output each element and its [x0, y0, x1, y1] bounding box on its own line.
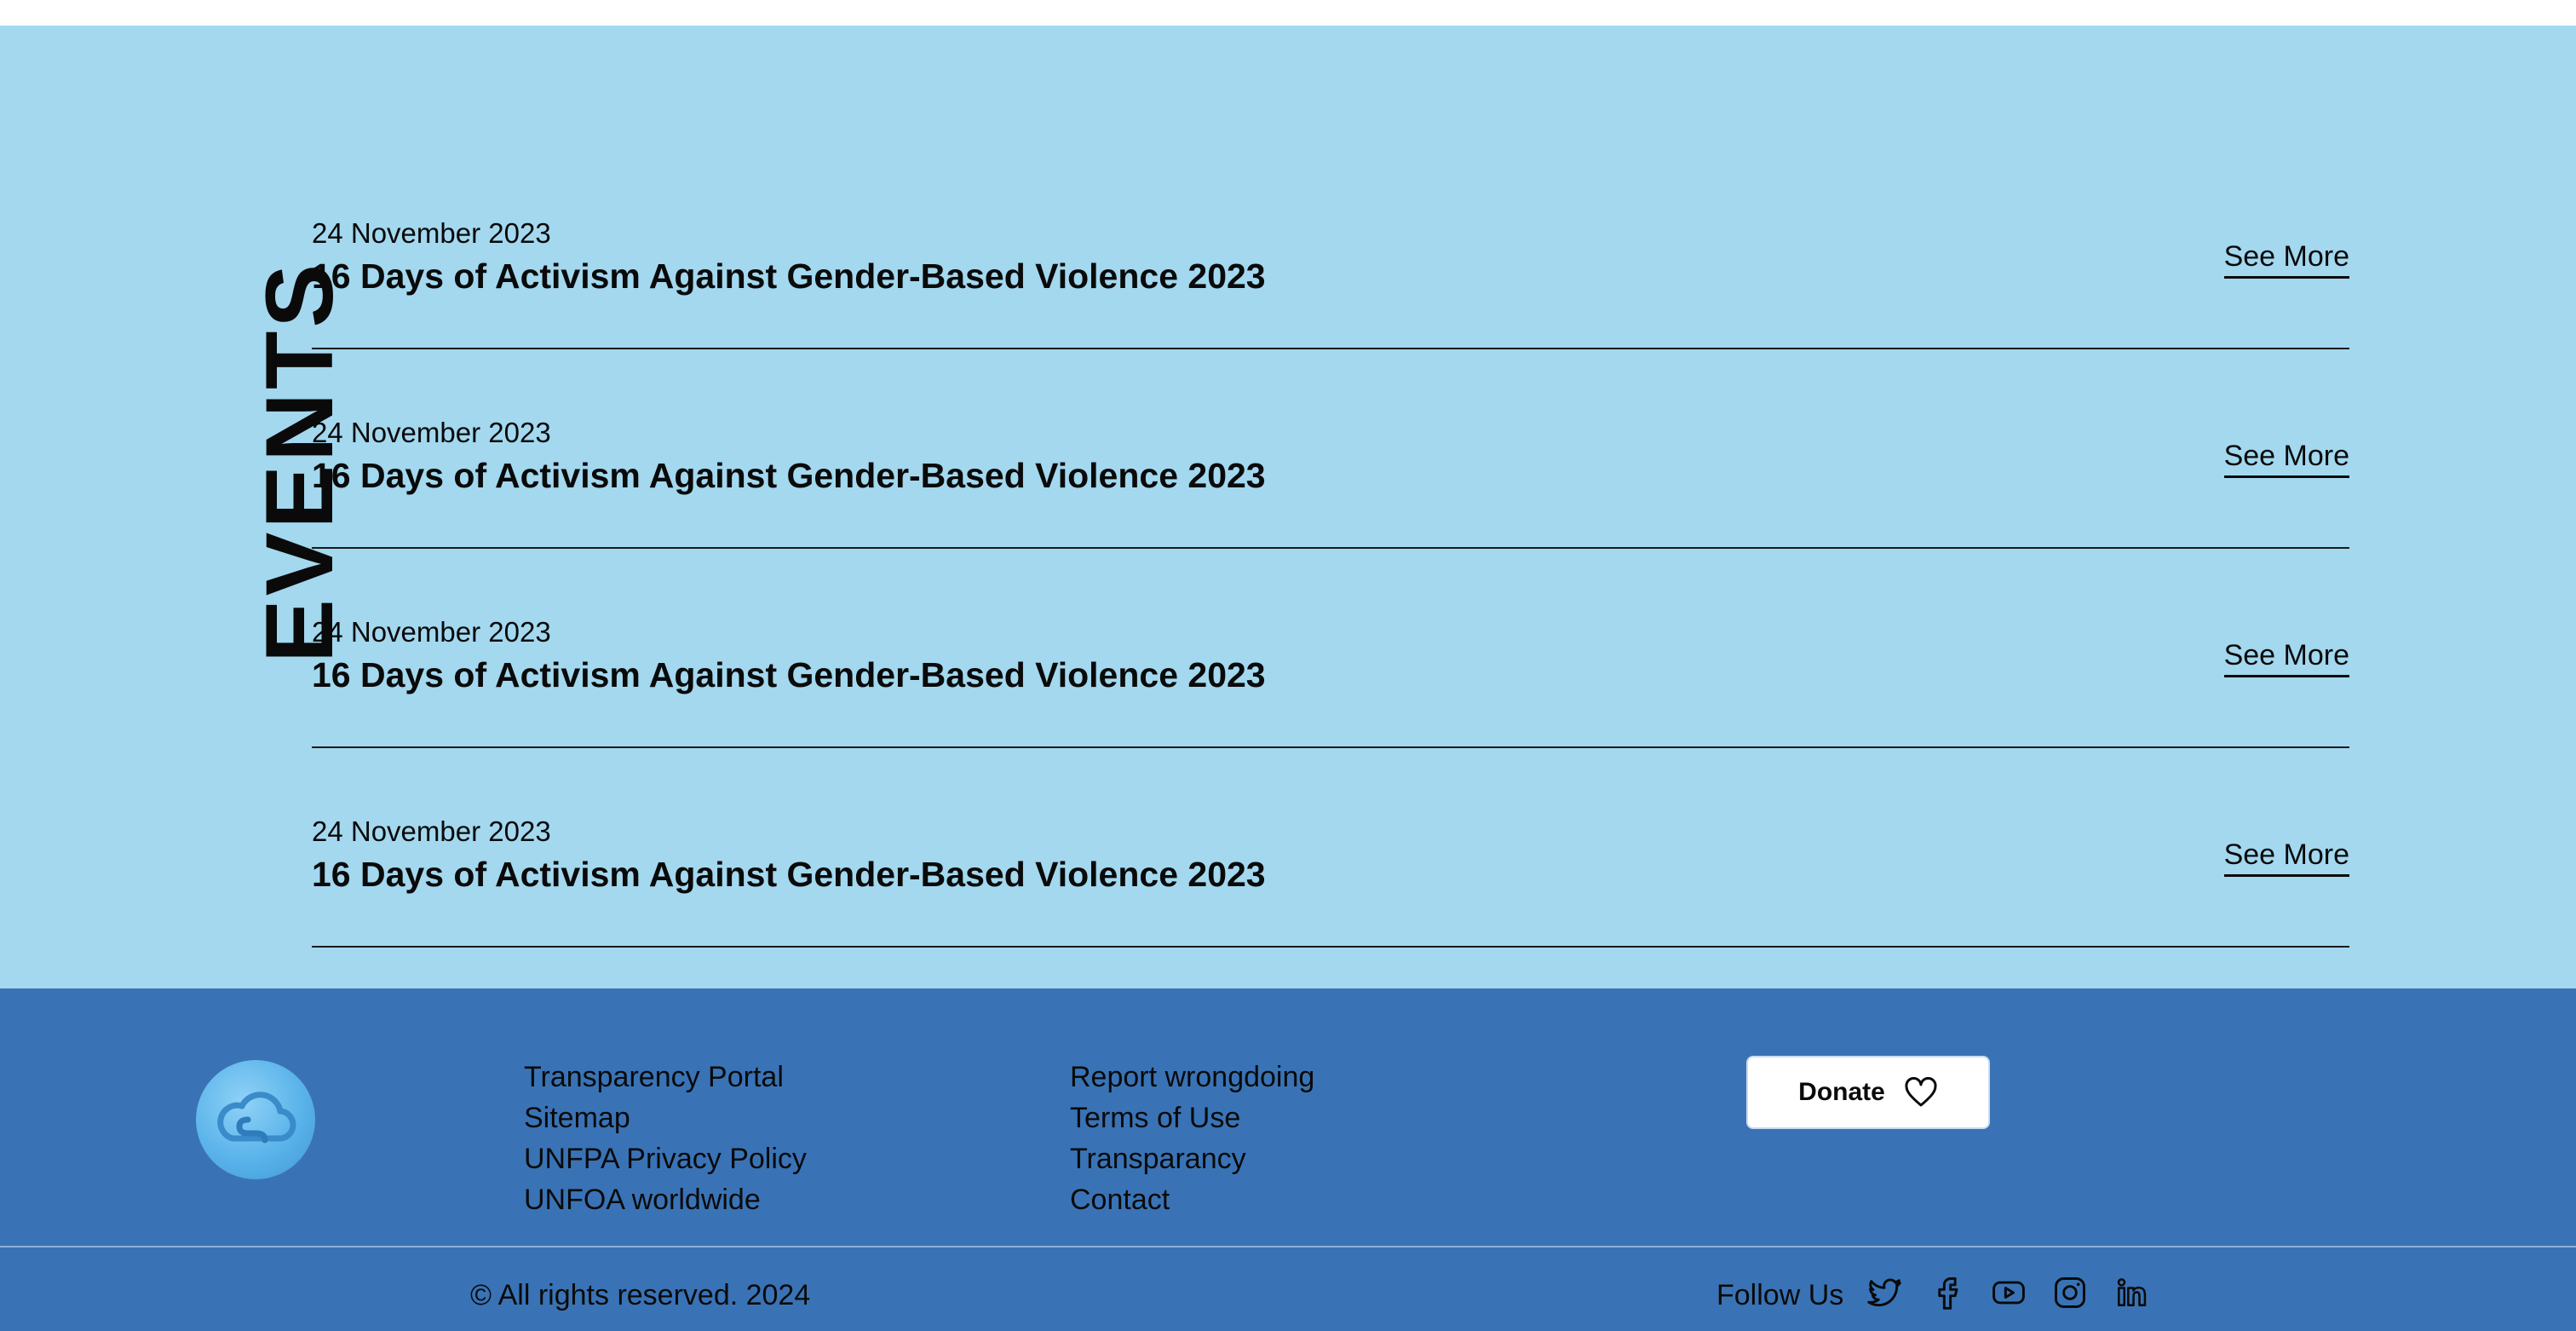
linkedin-icon[interactable] [2111, 1272, 2152, 1313]
footer-links-column-1: Transparency Portal Sitemap UNFPA Privac… [524, 1057, 807, 1220]
site-footer: Transparency Portal Sitemap UNFPA Privac… [0, 988, 2576, 1331]
footer-link-terms-of-use[interactable]: Terms of Use [1070, 1098, 1314, 1138]
event-title: 16 Days of Activism Against Gender-Based… [312, 256, 1266, 296]
facebook-icon[interactable] [1927, 1272, 1968, 1313]
donate-label: Donate [1798, 1078, 1885, 1106]
event-title: 16 Days of Activism Against Gender-Based… [312, 456, 1266, 495]
footer-link-privacy-policy[interactable]: UNFPA Privacy Policy [524, 1138, 807, 1179]
footer-divider [0, 1246, 2576, 1247]
footer-links-column-2: Report wrongdoing Terms of Use Transpara… [1070, 1057, 1314, 1220]
follow-us-label: Follow Us [1716, 1279, 1844, 1311]
twitter-icon[interactable] [1864, 1272, 1905, 1313]
top-bar [0, 0, 2576, 26]
see-more-link[interactable]: See More [2223, 637, 2349, 677]
event-date: 24 November 2023 [312, 616, 551, 648]
event-item: 24 November 2023 16 Days of Activism Aga… [312, 349, 2349, 549]
donate-button[interactable]: Donate [1746, 1056, 1990, 1129]
footer-link-sitemap[interactable]: Sitemap [524, 1098, 807, 1138]
event-date: 24 November 2023 [312, 815, 551, 847]
footer-link-worldwide[interactable]: UNFOA worldwide [524, 1179, 807, 1220]
event-item: 24 November 2023 16 Days of Activism Aga… [312, 549, 2349, 748]
instagram-icon[interactable] [2050, 1272, 2090, 1313]
cloud-logo-graphic [217, 1092, 296, 1144]
event-item: 24 November 2023 16 Days of Activism Aga… [312, 150, 2349, 349]
see-more-link[interactable]: See More [2223, 239, 2349, 279]
footer-link-transparancy[interactable]: Transparancy [1070, 1138, 1314, 1179]
events-section: EVENTS 24 November 2023 16 Days of Activ… [0, 26, 2576, 988]
event-item: 24 November 2023 16 Days of Activism Aga… [312, 748, 2349, 948]
youtube-icon[interactable] [1988, 1272, 2029, 1313]
see-more-link[interactable]: See More [2223, 837, 2349, 877]
heart-icon [1905, 1077, 1937, 1107]
event-date: 24 November 2023 [312, 217, 551, 249]
event-date: 24 November 2023 [312, 417, 551, 448]
copyright-text: © All rights reserved. 2024 [470, 1279, 811, 1311]
see-more-link[interactable]: See More [2223, 438, 2349, 478]
footer-link-transparency-portal[interactable]: Transparency Portal [524, 1057, 807, 1098]
event-title: 16 Days of Activism Against Gender-Based… [312, 855, 1266, 894]
footer-link-report-wrongdoing[interactable]: Report wrongdoing [1070, 1057, 1314, 1098]
event-title: 16 Days of Activism Against Gender-Based… [312, 655, 1266, 694]
cloud-logo-icon[interactable] [196, 1060, 315, 1179]
footer-link-contact[interactable]: Contact [1070, 1179, 1314, 1220]
